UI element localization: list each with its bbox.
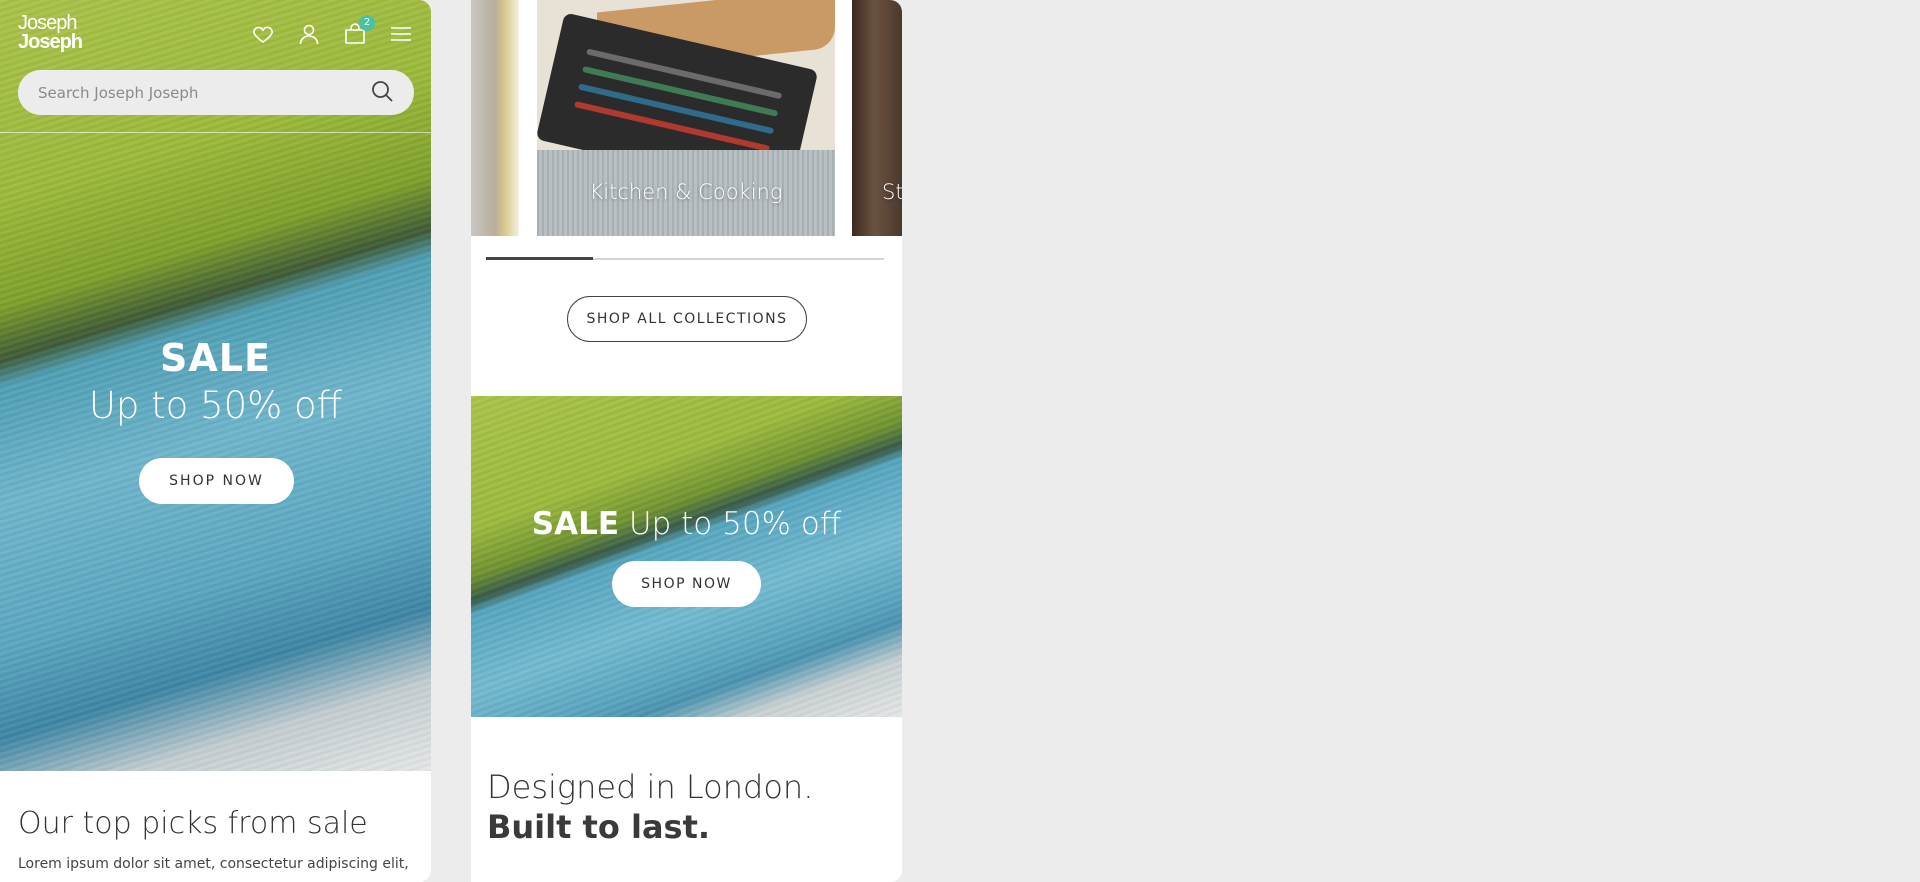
- cart-count-badge: 2: [359, 15, 375, 31]
- logo-text-line2: Joseph: [18, 31, 83, 53]
- sale-banner-title: SALE Up to 50% off: [471, 506, 902, 542]
- tagline-line1: Designed in London.: [487, 768, 814, 806]
- header-icons: 2: [251, 15, 413, 46]
- sale-banner-title-bold: SALE: [531, 506, 620, 542]
- mobile-home-panel-top: Joseph Joseph 2 SALE Up to 50% o: [0, 0, 431, 882]
- carousel-progress-fill: [486, 257, 594, 260]
- collections-carousel[interactable]: Kitchen & Cooking St: [471, 0, 902, 236]
- hero-sale-title: SALE: [160, 336, 271, 380]
- collection-card-kitchen-cooking[interactable]: Kitchen & Cooking: [537, 0, 835, 236]
- mobile-home-panel-bottom: Kitchen & Cooking St SHOP ALL COLLECTION…: [471, 0, 902, 882]
- sale-banner-secondary[interactable]: SALE Up to 50% off SHOP NOW: [471, 396, 902, 717]
- carousel-progress-bar[interactable]: [486, 257, 884, 260]
- tagline-line2: Built to last.: [487, 808, 711, 846]
- cart-bag-icon[interactable]: 2: [343, 15, 375, 46]
- wishlist-heart-icon[interactable]: [251, 22, 275, 46]
- top-picks-heading: Our top picks from sale: [18, 806, 368, 841]
- account-user-icon[interactable]: [297, 22, 321, 46]
- shop-now-button[interactable]: SHOP NOW: [139, 458, 294, 504]
- search-icon[interactable]: [370, 79, 394, 107]
- shop-now-button-secondary[interactable]: SHOP NOW: [612, 561, 761, 607]
- collection-card-label: Kitchen & Cooking: [589, 180, 783, 204]
- menu-hamburger-icon[interactable]: [389, 22, 413, 46]
- collection-card-previous[interactable]: [471, 0, 519, 236]
- search-input[interactable]: [38, 83, 370, 102]
- collection-card-next[interactable]: St: [852, 0, 902, 236]
- top-picks-description: Lorem ipsum dolor sit amet, consectetur …: [18, 856, 409, 872]
- hero-sale-subtitle: Up to 50% off: [88, 384, 343, 427]
- shop-all-collections-button[interactable]: SHOP ALL COLLECTIONS: [567, 296, 807, 342]
- sale-banner-title-rest: Up to 50% off: [619, 506, 842, 542]
- collection-card-label: St: [882, 180, 902, 204]
- site-header: Joseph Joseph 2: [0, 0, 431, 133]
- search-bar[interactable]: [18, 70, 414, 115]
- joseph-joseph-logo[interactable]: Joseph Joseph: [18, 13, 83, 53]
